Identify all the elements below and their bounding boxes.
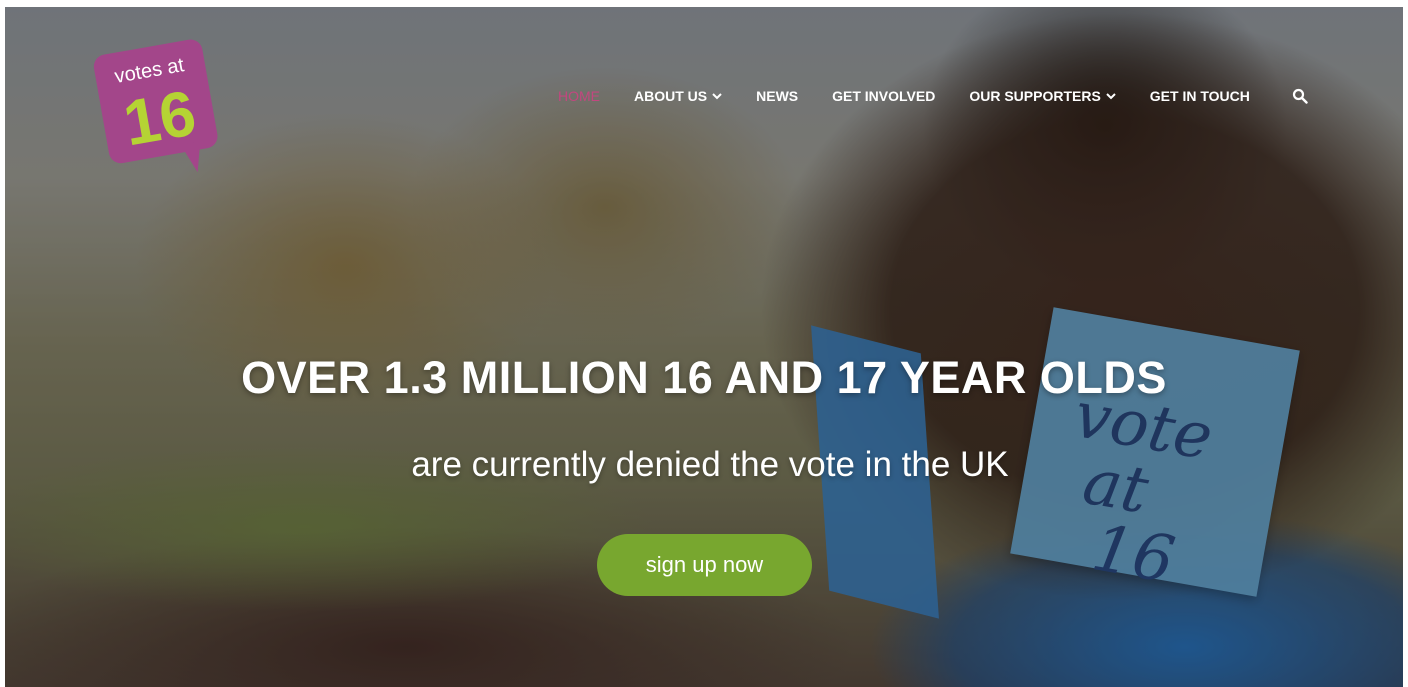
chevron-down-icon bbox=[712, 93, 722, 100]
nav-item-about-us[interactable]: ABOUT US bbox=[634, 88, 722, 104]
nav-item-about-us-label: ABOUT US bbox=[634, 88, 708, 104]
nav-item-news[interactable]: NEWS bbox=[756, 88, 798, 104]
logo-text-line2: 16 bbox=[118, 76, 201, 159]
hero-headline: OVER 1.3 MILLION 16 AND 17 YEAR OLDS bbox=[241, 352, 1167, 403]
logo-bubble-icon: votes at 16 bbox=[93, 39, 218, 173]
sign-up-button[interactable]: sign up now bbox=[597, 534, 812, 596]
nav-item-get-in-touch[interactable]: GET IN TOUCH bbox=[1150, 88, 1250, 104]
hero-subheadline: are currently denied the vote in the UK bbox=[411, 445, 1009, 484]
nav-item-get-involved[interactable]: GET INVOLVED bbox=[832, 88, 935, 104]
chevron-down-icon bbox=[1106, 93, 1116, 100]
nav-item-our-supporters-label: OUR SUPPORTERS bbox=[969, 88, 1101, 104]
nav-item-home[interactable]: HOME bbox=[558, 88, 600, 104]
nav-item-our-supporters[interactable]: OUR SUPPORTERS bbox=[969, 88, 1116, 104]
search-icon[interactable] bbox=[1292, 88, 1308, 104]
site-logo[interactable]: votes at 16 bbox=[93, 28, 223, 188]
main-nav: HOME ABOUT US NEWS GET INVOLVED OUR SUPP… bbox=[558, 81, 1308, 111]
